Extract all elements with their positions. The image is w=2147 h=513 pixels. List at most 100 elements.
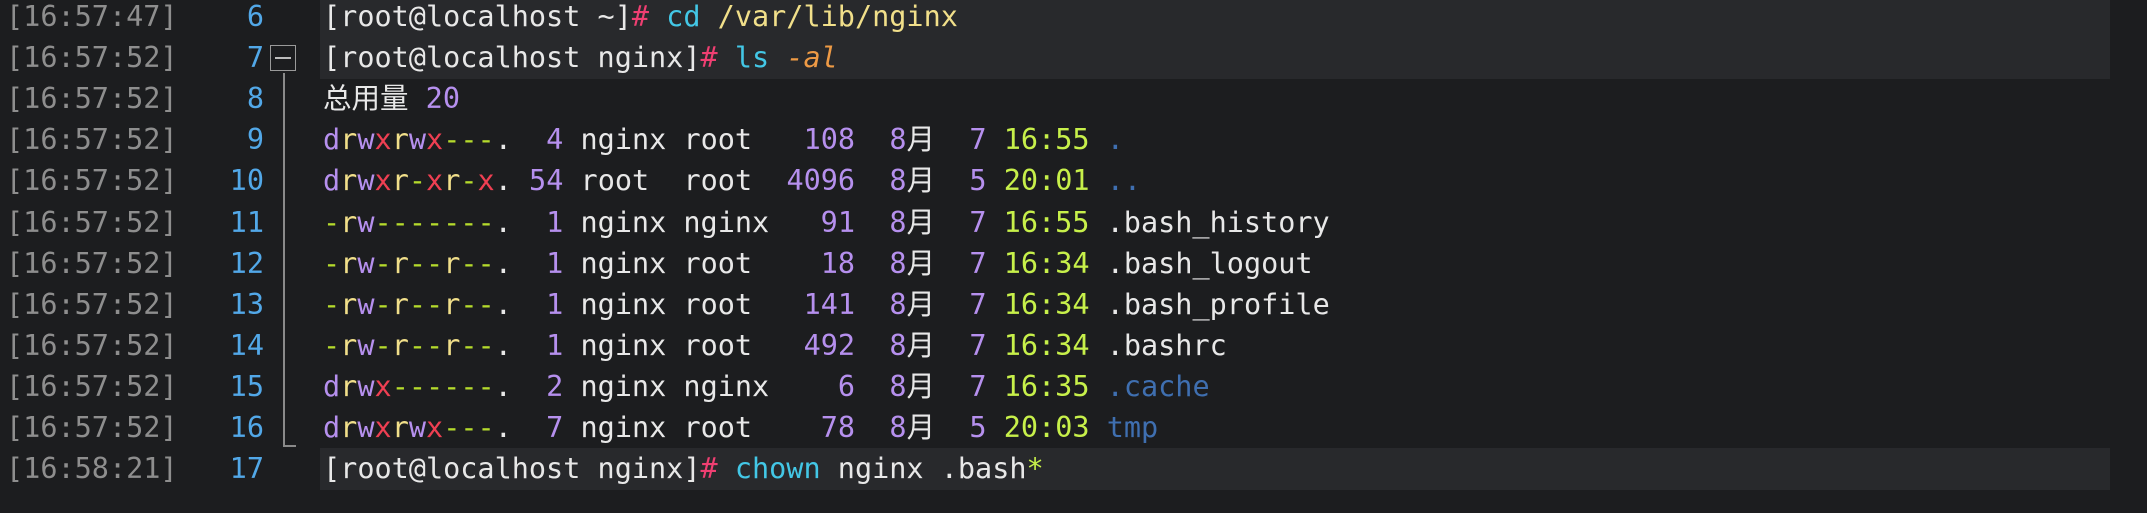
text-segment: r [443, 164, 461, 197]
text-segment: 月 [906, 411, 970, 444]
line-content: drwxrwx---. 4 nginx root 108 8月 7 16:55 … [323, 119, 1124, 161]
text-segment: - [323, 206, 341, 239]
text-segment: 20:03 [1003, 411, 1090, 444]
text-segment: 8 [889, 247, 907, 280]
text-segment: 月 [906, 206, 970, 239]
text-segment [855, 370, 889, 403]
text-segment: x [426, 123, 444, 156]
text-segment: w [357, 370, 375, 403]
text-segment: /var/lib/nginx [717, 0, 958, 33]
text-segment: 16:34 [1003, 288, 1090, 321]
line-number: 17 [229, 452, 264, 485]
text-segment: r [391, 123, 409, 156]
text-segment: w [357, 123, 375, 156]
text-segment: ------- [374, 206, 495, 239]
text-segment: * [1026, 452, 1044, 485]
fold-guide-end [283, 445, 296, 447]
text-segment: # [631, 0, 667, 33]
text-segment: . [494, 411, 547, 444]
text-segment: r [340, 247, 358, 280]
text-segment [1090, 411, 1107, 444]
timestamp: [16:57:52] [6, 411, 178, 444]
terminal-line: [16:57:52] 14 -rw-r--r--. 1 nginx root 492… [0, 325, 2147, 367]
text-segment [987, 288, 1004, 321]
text-segment: --- [443, 411, 495, 444]
text-segment [987, 329, 1004, 362]
terminal-line: [16:58:21] 17 [root@localhost nginx]# chow… [0, 448, 2147, 490]
text-segment: 5 [969, 411, 987, 444]
text-segment: 16:35 [1003, 370, 1090, 403]
text-segment [855, 329, 889, 362]
text-segment: r [340, 164, 358, 197]
text-segment [855, 123, 889, 156]
text-segment: r [340, 123, 358, 156]
text-segment: w [357, 411, 375, 444]
text-segment: x [426, 164, 444, 197]
text-segment: # [700, 452, 735, 485]
line-number: 15 [229, 370, 264, 403]
terminal-line: [16:57:52] 13 -rw-r--r--. 1 nginx root 141… [0, 284, 2147, 326]
text-segment: . [494, 123, 547, 156]
text-segment: 1 [546, 206, 564, 239]
text-segment: -- [408, 288, 444, 321]
text-segment: x [374, 123, 392, 156]
text-segment [855, 288, 889, 321]
text-segment: -- [460, 329, 495, 362]
text-segment: 7 [969, 288, 987, 321]
text-segment: .. [1106, 164, 1142, 197]
text-segment: 20 [425, 82, 460, 115]
text-segment: w [357, 247, 375, 280]
line-number: 9 [246, 123, 264, 156]
text-segment: w [357, 288, 375, 321]
text-segment: - [374, 247, 392, 280]
text-segment: 总用量 [323, 82, 426, 115]
terminal-line: [16:57:52] 9 drwxrwx---. 4 nginx root 108 … [0, 119, 2147, 161]
text-segment: . [494, 164, 530, 197]
text-segment: chown [734, 452, 838, 485]
text-segment: 8 [889, 206, 907, 239]
text-segment: 20:01 [1003, 164, 1090, 197]
text-segment: .bash_history [1089, 206, 1330, 239]
text-segment: .bash_logout [1089, 247, 1313, 280]
text-segment: x [477, 164, 495, 197]
text-segment: 月 [906, 247, 970, 280]
text-segment: r [443, 288, 461, 321]
text-segment: .bashrc [1089, 329, 1227, 362]
line-content: [root@localhost nginx]# ls -al [323, 37, 838, 79]
text-segment: x [374, 370, 392, 403]
text-segment: d [323, 411, 341, 444]
timestamp: [16:57:52] [6, 247, 178, 280]
terminal-line: [16:57:52] 8 总用量 20 [0, 78, 2147, 120]
text-segment: nginx nginx [563, 370, 838, 403]
timestamp: [16:57:47] [6, 0, 178, 33]
collapse-icon[interactable] [270, 45, 296, 71]
text-segment: 1 [546, 288, 564, 321]
text-segment: 54 [529, 164, 564, 197]
text-segment: - [460, 164, 478, 197]
timestamp: [16:57:52] [6, 82, 178, 115]
text-segment: 16:55 [1003, 123, 1090, 156]
text-segment: nginx .bash [837, 452, 1027, 485]
text-segment: ------ [391, 370, 495, 403]
text-segment: w [357, 164, 375, 197]
line-number: 8 [246, 82, 264, 115]
timestamp: [16:57:52] [6, 370, 178, 403]
text-segment: 16:34 [1003, 329, 1090, 362]
text-segment [1089, 370, 1106, 403]
text-segment [987, 411, 1004, 444]
text-segment: nginx root [563, 411, 821, 444]
line-content: -rw-r--r--. 1 nginx root 141 8月 7 16:34 … [323, 284, 1330, 326]
text-segment: 1 [546, 329, 564, 362]
text-segment: 8 [889, 288, 907, 321]
text-segment: 月 [906, 123, 970, 156]
terminal-line: [16:57:52] 15 drwx------. 2 nginx nginx 6 … [0, 366, 2147, 408]
text-segment [987, 164, 1004, 197]
timestamp: [16:57:52] [6, 206, 178, 239]
text-segment: d [323, 123, 341, 156]
text-segment: # [700, 41, 735, 74]
text-segment: nginx root [563, 123, 804, 156]
text-segment: 8 [889, 329, 907, 362]
text-segment: 492 [803, 329, 856, 362]
text-segment: . [494, 329, 547, 362]
line-number: 6 [246, 0, 264, 33]
